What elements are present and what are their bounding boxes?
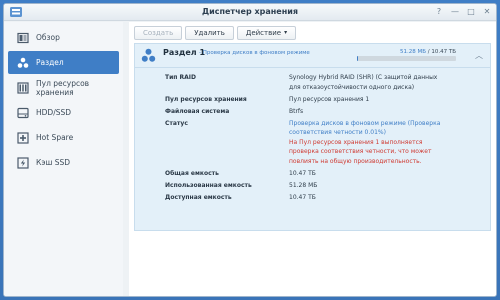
volume-panel-header[interactable]: Раздел 1 - Проверка дисков в фоновом реж…: [135, 44, 490, 68]
create-button[interactable]: Создать: [134, 25, 183, 40]
raid-type-value: Synology Hybrid RAID (SHR) (С защитой да…: [289, 73, 437, 92]
detail-row-available-capacity: Доступная емкость 10.47 ТБ: [165, 193, 482, 203]
status-value-line2[interactable]: соответствия четности 0.01%): [289, 128, 440, 138]
chevron-down-icon: ▾: [284, 29, 288, 36]
detail-row-used-capacity: Использованная емкость 51.28 МБ: [165, 181, 482, 191]
sidebar-item-label: Hot Spare: [36, 133, 74, 142]
pool-label: Пул ресурсов хранения: [165, 95, 247, 103]
overview-icon: [17, 32, 29, 44]
main-content: Создать Удалить Действие ▾ Раздел 1 - Пр…: [129, 22, 496, 296]
available-capacity-label: Доступная емкость: [165, 193, 232, 201]
warning-line1: На Пул ресурсов хранения 1 выполняется: [289, 138, 423, 146]
filesystem-value: Btrfs: [289, 107, 304, 115]
divider: [135, 67, 490, 68]
delete-button[interactable]: Удалить: [185, 25, 234, 40]
action-button-label: Действие: [245, 28, 282, 37]
volume-usage-bar: [357, 56, 456, 61]
used-capacity-value: 51.28 МБ: [289, 181, 318, 189]
raid-type-value-line1: Synology Hybrid RAID (SHR) (С защитой да…: [289, 74, 438, 81]
detail-row-status: Статус Проверка дисков в фоновом режиме …: [165, 119, 482, 167]
action-dropdown-button[interactable]: Действие ▾: [236, 25, 297, 40]
total-capacity-label: Общая емкость: [165, 169, 219, 177]
hdd-icon: [17, 107, 29, 119]
storage-pool-icon: [17, 81, 29, 94]
volume-status-short: - Проверка дисков в фоновом режиме: [199, 50, 310, 56]
sidebar-item-overview[interactable]: Обзор: [8, 26, 119, 49]
title-bar: Диспетчер хранения ? — □ ✕: [4, 4, 496, 21]
toolbar: Создать Удалить Действие ▾: [129, 22, 496, 43]
detail-row-raid-type: Тип RAID Synology Hybrid RAID (SHR) (С з…: [165, 73, 482, 92]
sidebar-item-label: Кэш SSD: [36, 158, 70, 167]
sidebar-item-volume[interactable]: Раздел: [8, 51, 119, 74]
filesystem-label: Файловая система: [165, 107, 230, 115]
volume-usage-text: 51.28 МБ / 10.47 ТБ: [400, 49, 456, 55]
sidebar-item-label: Обзор: [36, 33, 60, 42]
detail-row-pool: Пул ресурсов хранения Пул ресурсов хране…: [165, 95, 482, 105]
minimize-icon[interactable]: —: [451, 6, 459, 18]
status-value-line1[interactable]: Проверка дисков в фоновом режиме (Провер…: [289, 119, 440, 129]
sidebar-item-ssd-cache[interactable]: Кэш SSD: [8, 151, 119, 174]
warning-line3: повлиять на общую производительность.: [289, 157, 422, 165]
sidebar-item-label: Раздел: [36, 58, 64, 67]
volume-panel[interactable]: Раздел 1 - Проверка дисков в фоновом реж…: [134, 43, 491, 231]
collapse-icon[interactable]: ︿: [475, 50, 483, 61]
pool-value: Пул ресурсов хранения 1: [289, 95, 370, 103]
ssd-cache-icon: [17, 156, 29, 169]
warning-line2: проверка соответствия четности, что може…: [289, 148, 432, 155]
volume-icon: [141, 48, 156, 62]
raid-type-label: Тип RAID: [165, 74, 197, 81]
volume-used: 51.28 МБ: [400, 49, 427, 55]
status-value: Проверка дисков в фоновом режиме (Провер…: [289, 119, 440, 167]
total-capacity-value: 10.47 ТБ: [289, 169, 316, 177]
window-title: Диспетчер хранения: [202, 7, 298, 16]
detail-row-filesystem: Файловая система Btrfs: [165, 107, 482, 117]
volume-usage-fill: [357, 56, 358, 61]
sidebar-item-hdd-ssd[interactable]: HDD/SSD: [8, 101, 119, 124]
used-capacity-label: Использованная емкость: [165, 181, 252, 189]
detail-row-total-capacity: Общая емкость 10.47 ТБ: [165, 169, 482, 179]
window-controls: ? — □ ✕: [435, 6, 491, 18]
available-capacity-value: 10.47 ТБ: [289, 193, 316, 201]
storage-manager-window: Диспетчер хранения ? — □ ✕ Обзор Раздел …: [3, 3, 497, 297]
volume-icon: [17, 57, 29, 69]
sidebar-item-label: HDD/SSD: [36, 108, 72, 117]
volume-total: / 10.47 ТБ: [427, 49, 456, 55]
close-icon[interactable]: ✕: [483, 6, 491, 18]
sidebar: Обзор Раздел Пул ресурсов хранения HDD/S…: [4, 22, 123, 296]
sidebar-item-label: Пул ресурсов хранения: [36, 78, 90, 97]
help-icon[interactable]: ?: [435, 6, 443, 18]
maximize-icon[interactable]: □: [467, 6, 475, 18]
sidebar-item-storage-pool[interactable]: Пул ресурсов хранения: [8, 76, 119, 99]
sidebar-item-hot-spare[interactable]: Hot Spare: [8, 126, 119, 149]
raid-type-value-line2: для отказоустойчивости одного диска): [289, 83, 415, 91]
hot-spare-icon: [17, 131, 29, 144]
volume-details: Тип RAID Synology Hybrid RAID (SHR) (С з…: [165, 73, 482, 205]
status-label: Статус: [165, 119, 188, 127]
